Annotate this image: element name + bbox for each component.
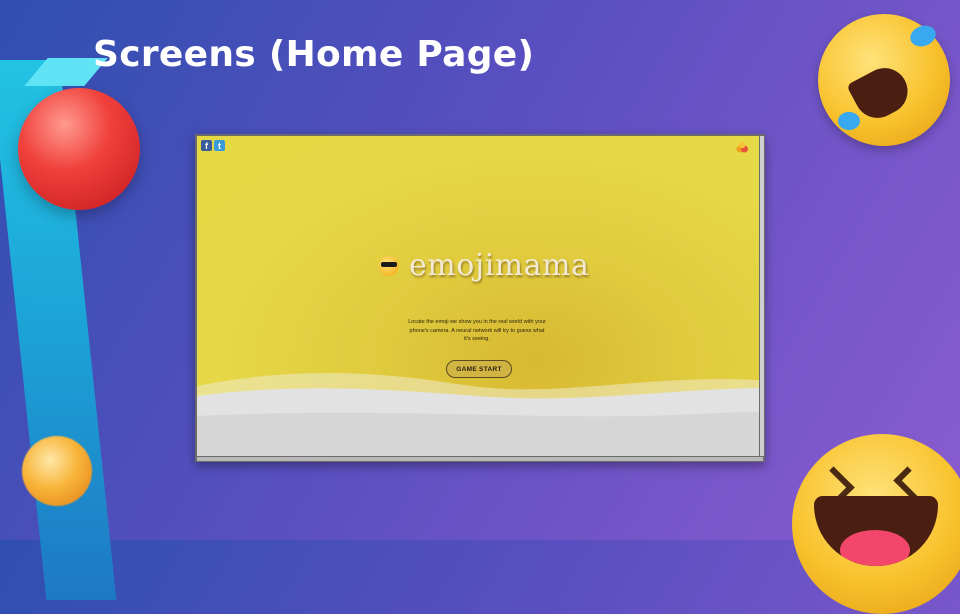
app-viewport: f t emojimama Locate the emoji we show y… (197, 136, 759, 456)
decorative-red-ball (18, 88, 140, 210)
bottom-bar (197, 457, 763, 461)
app-logo: emojimama (379, 248, 589, 283)
emoji-mouth (814, 496, 938, 566)
sunglasses-emoji-icon (379, 255, 399, 276)
wave-decoration (197, 372, 759, 456)
facebook-icon[interactable]: f (201, 140, 212, 151)
slide-title: Screens (Home Page) (93, 34, 535, 75)
app-screenshot: f t emojimama Locate the emoji we show y… (195, 134, 765, 462)
scrollbar[interactable] (760, 136, 764, 456)
emoji-tear (838, 112, 860, 130)
twitter-icon[interactable]: t (214, 140, 225, 151)
laughing-tears-emoji-icon (818, 14, 950, 146)
decorative-orange-ball (22, 436, 92, 506)
logo-text: emojimama (409, 248, 590, 283)
emoji-tear (907, 22, 939, 50)
social-links: f t (201, 140, 225, 151)
grinning-squint-emoji-icon (792, 434, 960, 614)
emoji-cluster-icon[interactable] (735, 140, 749, 154)
emoji-tongue (840, 530, 910, 566)
tagline: Locate the emoji we show you in the real… (408, 319, 546, 342)
